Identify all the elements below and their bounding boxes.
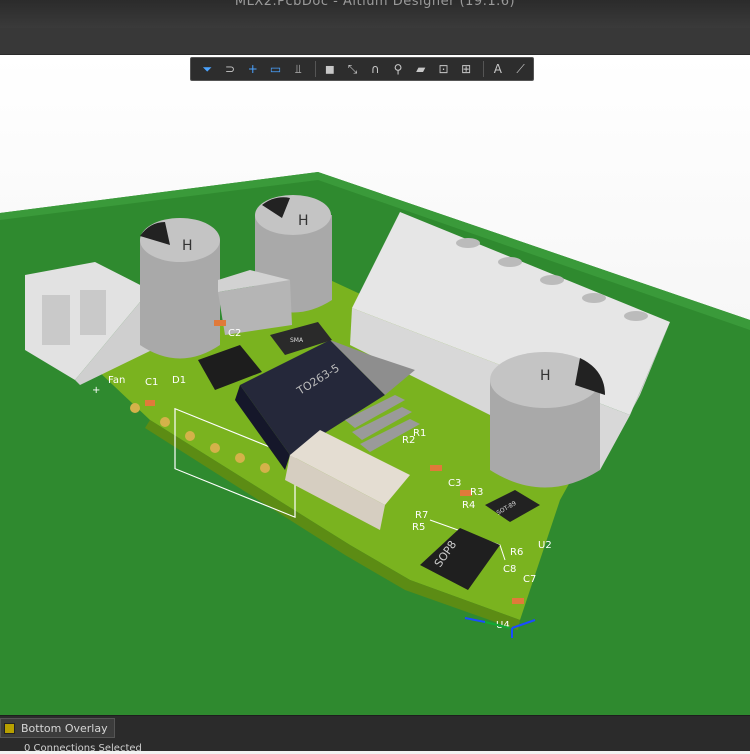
toolbar-separator [482,61,484,77]
layer-color-swatch [4,722,15,734]
line-icon: ⟋ [516,61,525,76]
menu-bar [0,28,750,55]
align-button[interactable]: ⫫ [288,59,309,79]
inductor [218,270,292,335]
silk-r1: R1 [413,428,426,439]
text-icon: A [493,62,502,76]
active-bar: ⏷ ⊃ + ▭ ⫫ ◼ ⤡ ∩ ⚲ ▰ ⊡ ⊞ A ⟋ [190,57,534,81]
pcb-3d-scene: H H H TO263-5 SMA SOP8 SOT-89 Fan + C1 D… [0,172,750,715]
polygon-icon: ▰ [416,62,426,76]
select-rect-button[interactable]: ▭ [265,59,286,79]
dimension-button[interactable]: ⊡ [433,59,454,79]
select-rect-icon: ▭ [269,62,282,76]
silk-r3: R3 [470,487,483,498]
dimension-icon: ⊡ [438,62,449,76]
component-button[interactable]: ◼ [320,59,341,79]
cap-mark-2: H [298,213,309,229]
place-via-icon: ⚲ [393,62,403,76]
line-button[interactable]: ⟋ [510,59,531,79]
silk-d1: D1 [172,375,186,386]
silk-r6: R6 [510,547,523,558]
silk-r4: R4 [462,500,475,511]
silk-plus: + [92,385,100,396]
align-icon: ⫫ [294,61,302,76]
place-region-icon: ⊞ [461,62,472,76]
silk-c3: C3 [448,478,461,489]
place-via-button[interactable]: ⚲ [388,59,409,79]
capacitor-c-right: H [490,352,605,488]
interactive-route-icon: ⤡ [347,61,358,76]
cap-mark-3: H [540,368,551,384]
filter-button[interactable]: ⏷ [197,59,218,79]
status-bar: Bottom Overlay 0 Connections Selected [0,715,750,754]
interactive-route-button[interactable]: ⤡ [342,59,363,79]
polygon-button[interactable]: ▰ [410,59,431,79]
route-icon: ⊃ [225,62,236,76]
silk-c8: C8 [503,564,516,575]
silk-c2: C2 [228,328,241,339]
route-button[interactable]: ⊃ [220,59,241,79]
silk-c1: C1 [145,377,158,388]
capacitor-c-left: H [140,218,220,359]
toolbar-separator [314,61,316,77]
crosshair-icon: + [247,62,258,76]
silk-fan: Fan [108,375,125,386]
layer-tab-label: Bottom Overlay [21,721,108,735]
component-icon: ◼ [324,62,335,76]
cap-mark-1: H [182,238,193,254]
silk-r7: R7 [415,510,428,521]
sma-label: SMA [290,337,304,344]
diff-pair-icon: ∩ [370,62,380,76]
silk-u2: U2 [538,540,552,551]
text-button[interactable]: A [488,59,509,79]
status-text: 0 Connections Selected [24,743,142,754]
silk-c7: C7 [523,574,536,585]
layer-tab-bottom-overlay[interactable]: Bottom Overlay [0,718,115,738]
diff-pair-button[interactable]: ∩ [365,59,386,79]
silk-r5: R5 [412,522,425,533]
pcb-3d-viewport[interactable]: H H H TO263-5 SMA SOP8 SOT-89 Fan + C1 D… [0,55,750,715]
place-region-button[interactable]: ⊞ [456,59,477,79]
window-title: MLX2.PcbDoc - Altium Designer (19.1.6) [234,0,516,9]
crosshair-button[interactable]: + [242,59,263,79]
title-bar: MLX2.PcbDoc - Altium Designer (19.1.6) [0,0,750,28]
filter-icon: ⏷ [202,61,213,76]
